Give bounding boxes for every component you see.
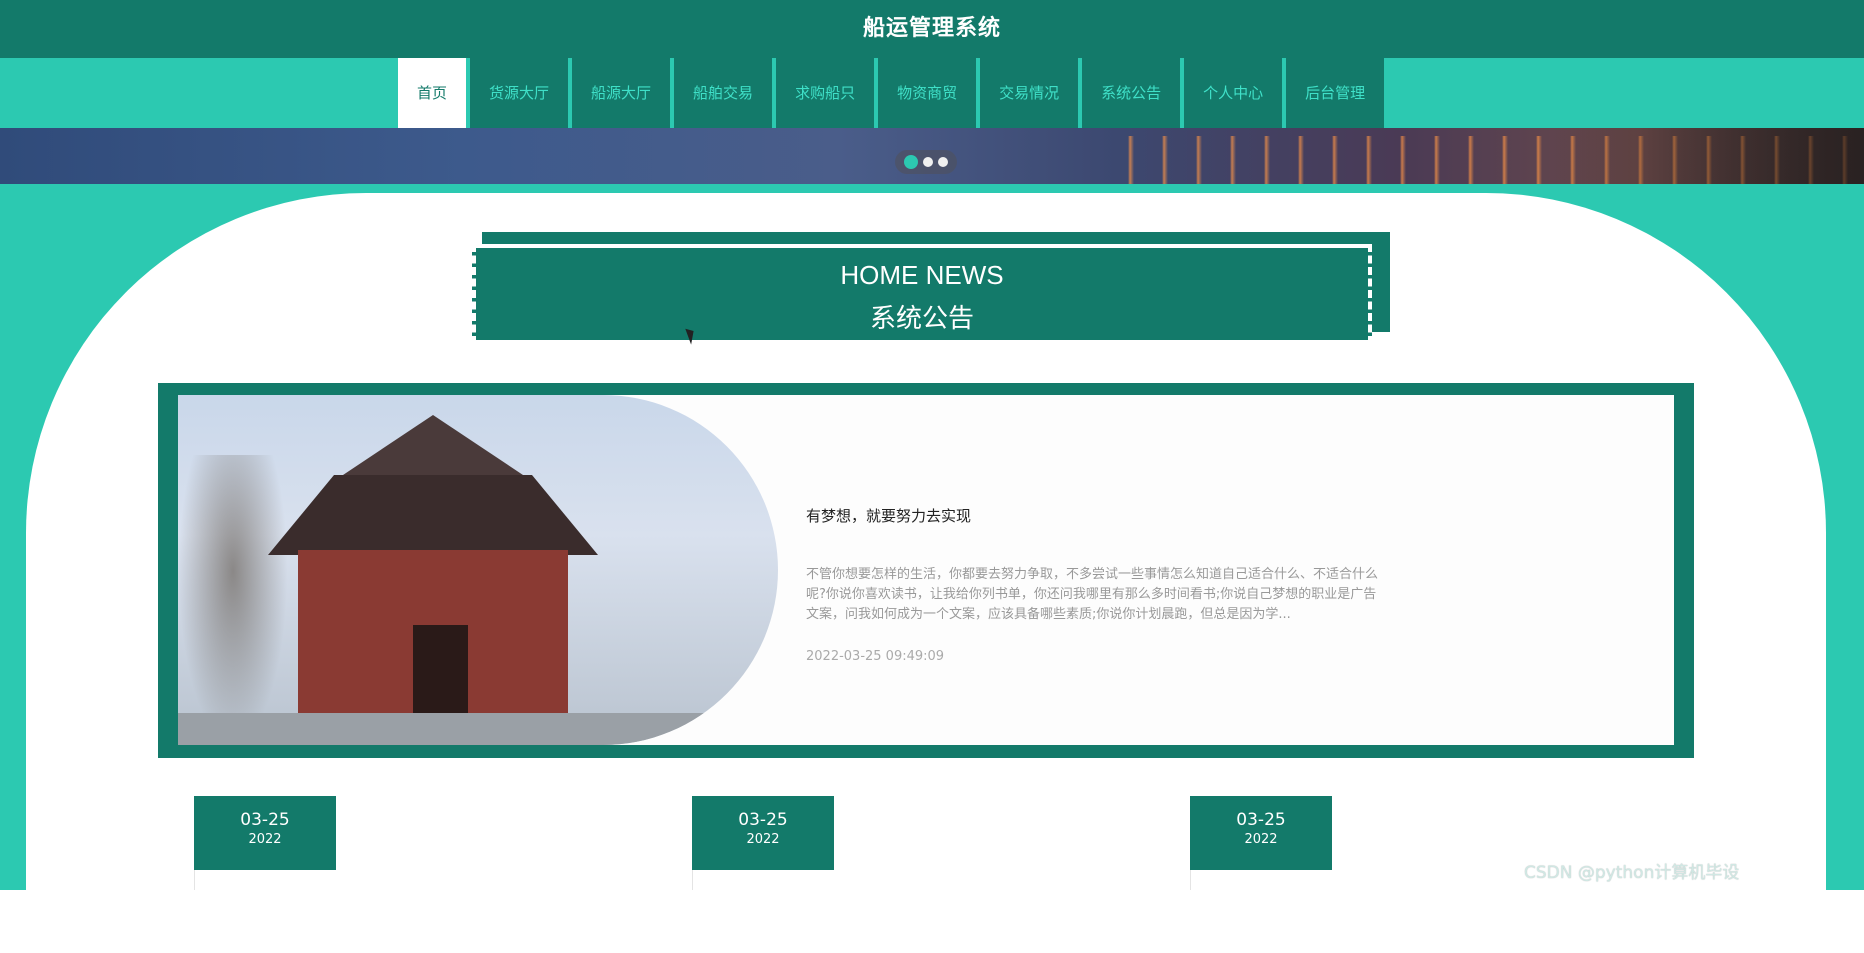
section-heading: HOME NEWS 系统公告 (472, 232, 1390, 346)
image-pagoda-top-roof (328, 415, 538, 485)
carousel-dot-3[interactable] (938, 157, 948, 167)
news-card[interactable] (194, 870, 654, 890)
section-title-en: HOME NEWS (840, 260, 1004, 290)
news-date-month-day: 03-25 (1236, 810, 1286, 830)
nav-item-announcements[interactable]: 系统公告 (1082, 58, 1181, 128)
news-date-badge[interactable]: 03-25 2022 (194, 796, 336, 870)
news-date-year: 2022 (1244, 832, 1278, 847)
image-ground (178, 713, 778, 745)
news-date-badge[interactable]: 03-25 2022 (1190, 796, 1332, 870)
app-title: 船运管理系统 (862, 16, 1001, 41)
carousel-dot-2[interactable] (923, 157, 933, 167)
featured-news-date: 2022-03-25 09:49:09 (806, 649, 945, 664)
nav-item-ship-hall[interactable]: 船源大厅 (572, 58, 671, 128)
news-card[interactable] (692, 870, 1152, 890)
nav-item-ship-trade[interactable]: 船舶交易 (674, 58, 773, 128)
news-date-month-day: 03-25 (240, 810, 290, 830)
carousel-dot-1[interactable] (904, 155, 918, 169)
news-date-year: 2022 (248, 832, 282, 847)
section-title-zh: 系统公告 (869, 304, 974, 334)
featured-news[interactable]: 有梦想，就要努力去实现 不管你想要怎样的生活，你都要去努力争取，不多尝试一些事情… (158, 383, 1694, 758)
nav-item-home[interactable]: 首页 (398, 58, 467, 128)
top-header: 船运管理系统 (0, 0, 1864, 58)
featured-news-description: 不管你想要怎样的生活，你都要去努力争取，不多尝试一些事情怎么知道自己适合什么、不… (806, 567, 1379, 622)
watermark-text: CSDN @python计算机毕设 (1524, 863, 1740, 883)
banner-image-shore (1550, 128, 1864, 184)
image-tree (178, 455, 288, 745)
featured-news-title[interactable]: 有梦想，就要努力去实现 (806, 505, 971, 526)
image-pagoda-lower-roof (268, 475, 598, 555)
nav-menu: 首页 货源大厅 船源大厅 船舶交易 求购船只 物资商贸 交易情况 系统公告 个人… (398, 58, 1388, 128)
nav-item-admin[interactable]: 后台管理 (1286, 58, 1385, 128)
news-date-month-day: 03-25 (738, 810, 788, 830)
news-date-year: 2022 (746, 832, 780, 847)
news-date-badge[interactable]: 03-25 2022 (692, 796, 834, 870)
nav-item-ship-wanted[interactable]: 求购船只 (776, 58, 875, 128)
nav-item-cargo-hall[interactable]: 货源大厅 (470, 58, 569, 128)
carousel-indicators (895, 150, 957, 174)
nav-bar: 首页 货源大厅 船源大厅 船舶交易 求购船只 物资商贸 交易情况 系统公告 个人… (0, 58, 1864, 128)
nav-item-trade-status[interactable]: 交易情况 (980, 58, 1079, 128)
nav-item-goods-trade[interactable]: 物资商贸 (878, 58, 977, 128)
featured-news-image[interactable] (178, 395, 778, 745)
nav-item-personal-center[interactable]: 个人中心 (1184, 58, 1283, 128)
featured-news-inner: 有梦想，就要努力去实现 不管你想要怎样的生活，你都要去努力争取，不多尝试一些事情… (178, 395, 1674, 745)
